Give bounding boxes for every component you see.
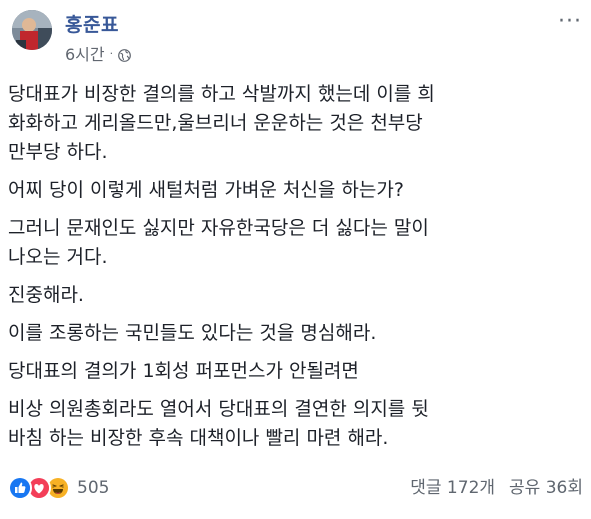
meta-separator: ·: [109, 46, 114, 60]
post-content: 당대표가 비장한 결의를 하고 삭발까지 했는데 이를 희 화화하고 게리올드만…: [8, 80, 583, 462]
post-meta: 6시간 ·: [65, 41, 132, 65]
post-paragraph-3: 그러니 문재인도 싫지만 자유한국당은 더 싫다는 말이 나오는 거다.: [8, 217, 429, 268]
post-paragraph-5: 이를 조롱하는 국민들도 있다는 것을 명심해라.: [8, 322, 377, 344]
reaction-icons: [8, 476, 70, 500]
post-author[interactable]: 홍준표: [65, 10, 119, 37]
post-stats: 댓글 172개 공유 36회: [410, 475, 583, 501]
post-paragraph-2: 어찌 당이 이렇게 새털처럼 가벼운 처신을 하는가?: [8, 179, 404, 201]
post-paragraph-4: 진중해라.: [8, 284, 84, 306]
share-count[interactable]: 공유 36회: [509, 475, 583, 501]
post-footer: 505 댓글 172개 공유 36회: [8, 475, 583, 501]
like-reaction-icon: [8, 476, 32, 500]
more-options-button[interactable]: ···: [558, 11, 582, 33]
post-paragraph-6: 당대표의 결의가 1회성 퍼포먼스가 안될려면: [8, 360, 359, 382]
post-paragraph-7: 비상 의원총회라도 열어서 당대표의 결연한 의지를 뒷 바침 하는 비장한 후…: [8, 398, 429, 449]
facebook-post: 홍준표 6시간 · ··· 당대표가 비장한 결의를 하고 삭발까지 했는데 이…: [0, 0, 591, 519]
post-paragraph-1: 당대표가 비장한 결의를 하고 삭발까지 했는데 이를 희 화화하고 게리올드만…: [8, 83, 435, 163]
post-time[interactable]: 6시간: [65, 41, 105, 65]
reactions-summary[interactable]: 505: [8, 475, 109, 501]
avatar[interactable]: [12, 10, 52, 50]
comment-count[interactable]: 댓글 172개: [410, 475, 495, 501]
reaction-count[interactable]: 505: [77, 478, 109, 498]
globe-icon[interactable]: [118, 47, 132, 62]
post-header: 홍준표 6시간 · ···: [12, 10, 582, 65]
